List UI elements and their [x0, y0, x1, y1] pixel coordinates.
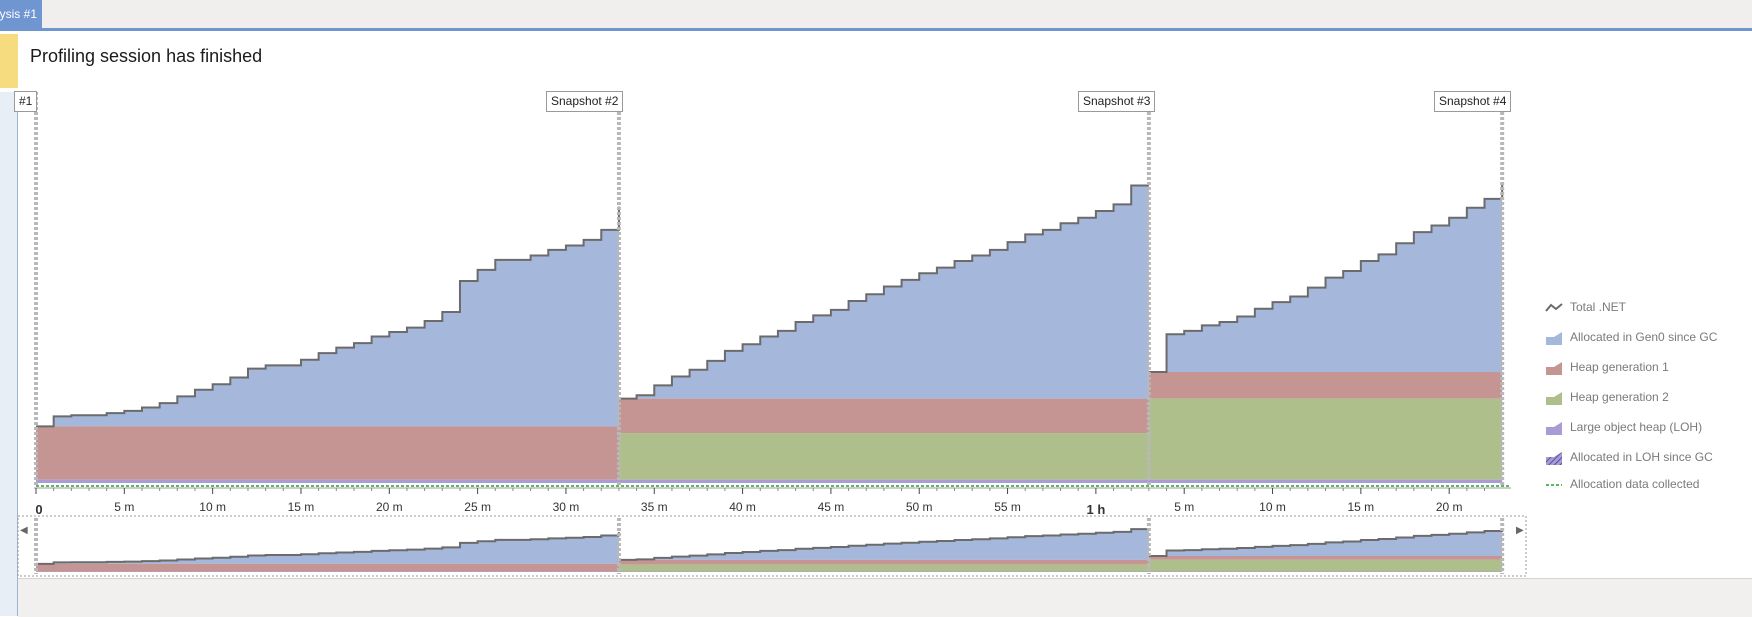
legend-total[interactable]: Total .NET	[1545, 299, 1752, 317]
segment-1-loh-band	[36, 480, 619, 483]
x-tick-label: 35 m	[641, 500, 668, 514]
x-tick-label: 40 m	[729, 500, 756, 514]
x-tick-label: 30 m	[553, 500, 580, 514]
snapshot-label-2[interactable]: Snapshot #2	[546, 91, 623, 112]
overview-segment-1-gen1-band	[36, 564, 619, 572]
legend-label: Allocated in LOH since GC	[1570, 450, 1713, 464]
segment-2-loh-band	[619, 480, 1149, 483]
legend-label: Total .NET	[1570, 300, 1626, 314]
gen0-area-icon	[1545, 331, 1563, 345]
x-tick-label: 10 m	[199, 500, 226, 514]
x-tick-label: 15 m	[1348, 500, 1375, 514]
gen1-area-icon	[1545, 361, 1563, 375]
legend-label: Allocated in Gen0 since GC	[1570, 330, 1717, 344]
overview-segment-2-gen2-band	[619, 565, 1149, 572]
alloc-collected-icon	[1545, 478, 1563, 492]
x-tick-label: 55 m	[994, 500, 1021, 514]
segment-2-gen1-band	[619, 399, 1149, 433]
x-tick-label: 45 m	[818, 500, 845, 514]
legend-label: Heap generation 2	[1570, 390, 1669, 404]
legend-gen1[interactable]: Heap generation 1	[1545, 359, 1752, 377]
x-tick-label: 1 h	[1086, 502, 1105, 517]
x-tick-label: 20 m	[376, 500, 403, 514]
gen2-area-icon	[1545, 391, 1563, 405]
x-tick-label: 50 m	[906, 500, 933, 514]
legend-loh-alloc[interactable]: Allocated in LOH since GC	[1545, 449, 1752, 467]
legend-alloc-collected[interactable]: Allocation data collected	[1545, 476, 1752, 494]
legend-label: Allocation data collected	[1570, 477, 1699, 491]
legend-gen2[interactable]: Heap generation 2	[1545, 389, 1752, 407]
legend-label: Large object heap (LOH)	[1570, 420, 1702, 434]
segment-3-loh-band	[1149, 480, 1502, 483]
snapshot-label-4[interactable]: Snapshot #4	[1434, 91, 1511, 112]
x-tick-label: 10 m	[1259, 500, 1286, 514]
snapshot-label-3[interactable]: Snapshot #3	[1078, 91, 1155, 112]
legend-label: Heap generation 1	[1570, 360, 1669, 374]
total-line-icon	[1545, 301, 1563, 315]
overview-segment-3-gen2-band	[1149, 560, 1502, 572]
segment-1-gen1-band	[36, 426, 619, 479]
scroll-right-icon[interactable]: ▶	[1516, 525, 1524, 536]
legend-loh[interactable]: Large object heap (LOH)	[1545, 419, 1752, 437]
x-tick-label: 5 m	[1174, 500, 1194, 514]
overview-segment-1-gen0-area	[36, 532, 619, 564]
x-tick-label: 0	[35, 502, 42, 517]
x-tick-label: 25 m	[464, 500, 491, 514]
segment-1-gen0-area	[36, 207, 619, 427]
x-tick-label: 15 m	[288, 500, 315, 514]
loh-area-icon	[1545, 421, 1563, 435]
segment-2-gen2-band	[619, 433, 1149, 480]
segment-3-gen2-band	[1149, 399, 1502, 480]
scroll-left-icon[interactable]: ◀	[20, 525, 28, 536]
loh-hatched-icon	[1545, 451, 1563, 465]
legend-gen0[interactable]: Allocated in Gen0 since GC	[1545, 329, 1752, 347]
overview-segment-3-gen1-band	[1149, 556, 1502, 560]
segment-3-gen1-band	[1149, 372, 1502, 399]
snapshot-label-1[interactable]: #1	[14, 91, 37, 112]
x-tick-label: 5 m	[114, 500, 134, 514]
overview-segment-2-gen1-band	[619, 560, 1149, 565]
x-tick-label: 20 m	[1436, 500, 1463, 514]
